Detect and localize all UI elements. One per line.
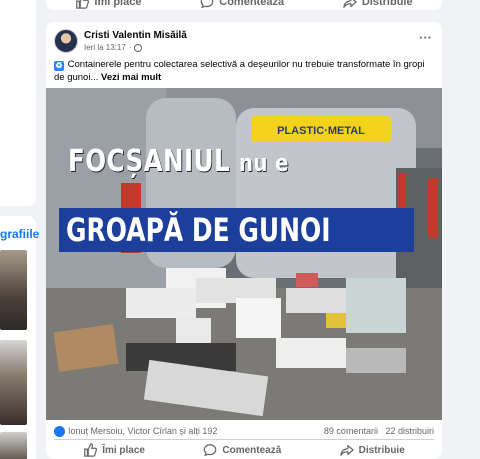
post-image[interactable]: PLASTIC·METAL FOCȘANIUL nu e GROAPĂ DE G…: [46, 88, 442, 420]
thumbs-up-icon: [76, 0, 90, 9]
globe-icon: [134, 43, 143, 52]
comment-label: Comentează: [222, 444, 282, 456]
comment-button[interactable]: Comentează: [203, 443, 281, 457]
engagement-counts: 89 comentarii 22 distribuiri: [324, 426, 434, 436]
divider: [54, 439, 434, 440]
see-more-link[interactable]: Vezi mai mult: [101, 72, 161, 83]
post-text: ♻ Containerele pentru colectarea selecti…: [54, 59, 434, 84]
previous-like-button[interactable]: Îmi place: [75, 0, 141, 9]
post-header: Cristi Valentin Misăilă Ieri la 13:17 · …: [54, 29, 434, 55]
comment-icon: [200, 0, 214, 9]
headline-city: FOCȘANIUL: [68, 144, 231, 179]
reactions-summary[interactable]: Ionuț Mersoiu, Victor Cîrlan și alți 192: [54, 425, 218, 437]
photo-thumbnail[interactable]: [0, 340, 27, 425]
trash-scene-illustration: PLASTIC·METAL: [46, 88, 442, 420]
like-label: Îmi place: [102, 444, 145, 456]
comment-label: Comentează: [219, 0, 285, 8]
shares-count[interactable]: 22 distribuiri: [385, 426, 434, 436]
post-meta: Ieri la 13:17 ·: [84, 43, 143, 52]
post-actions: Îmi place Comentează Distribuie: [54, 441, 434, 459]
share-label: Distribuie: [361, 0, 413, 8]
like-reaction-icon: [54, 425, 65, 437]
avatar[interactable]: [54, 29, 78, 53]
share-button[interactable]: Distribuie: [339, 443, 405, 457]
like-label: Îmi place: [94, 0, 142, 8]
container-label: PLASTIC·METAL: [277, 125, 365, 137]
thumbs-up-icon: [84, 443, 98, 457]
photo-thumbnail[interactable]: [0, 432, 27, 459]
share-label: Distribuie: [358, 444, 405, 456]
share-icon: [343, 0, 357, 8]
info-icon: ♻: [54, 61, 64, 71]
previous-post-actions: Îmi place Comentează Distribuie: [46, 0, 442, 10]
author-name[interactable]: Cristi Valentin Misăilă: [84, 30, 187, 41]
headline-nu-e: nu e: [239, 149, 289, 177]
post-stats: Ionuț Mersoiu, Victor Cîrlan și alți 192…: [54, 424, 434, 438]
comment-icon: [204, 444, 217, 457]
post-time[interactable]: Ieri la 13:17: [84, 43, 126, 52]
previous-share-button[interactable]: Distribuie: [343, 0, 413, 9]
meta-separator: ·: [128, 43, 132, 52]
photos-link[interactable]: grafiile: [0, 227, 39, 241]
like-button[interactable]: Îmi place: [83, 443, 145, 457]
reactions-text: Ionuț Mersoiu, Victor Cîrlan și alți 192: [68, 426, 218, 436]
right-gutter: [452, 0, 480, 459]
comments-count[interactable]: 89 comentarii: [324, 426, 378, 436]
feed-post: Cristi Valentin Misăilă Ieri la 13:17 · …: [46, 22, 442, 459]
image-headline-line1: FOCȘANIUL nu e: [68, 144, 289, 179]
more-options-icon[interactable]: ···: [419, 30, 432, 45]
previous-comment-button[interactable]: Comentează: [200, 0, 284, 9]
share-icon: [339, 445, 354, 456]
photo-thumbnail[interactable]: [0, 250, 27, 330]
left-column: grafiile: [0, 0, 39, 459]
left-card: [0, 0, 36, 206]
image-headline-line2: GROAPĂ DE GUNOI: [66, 211, 331, 249]
